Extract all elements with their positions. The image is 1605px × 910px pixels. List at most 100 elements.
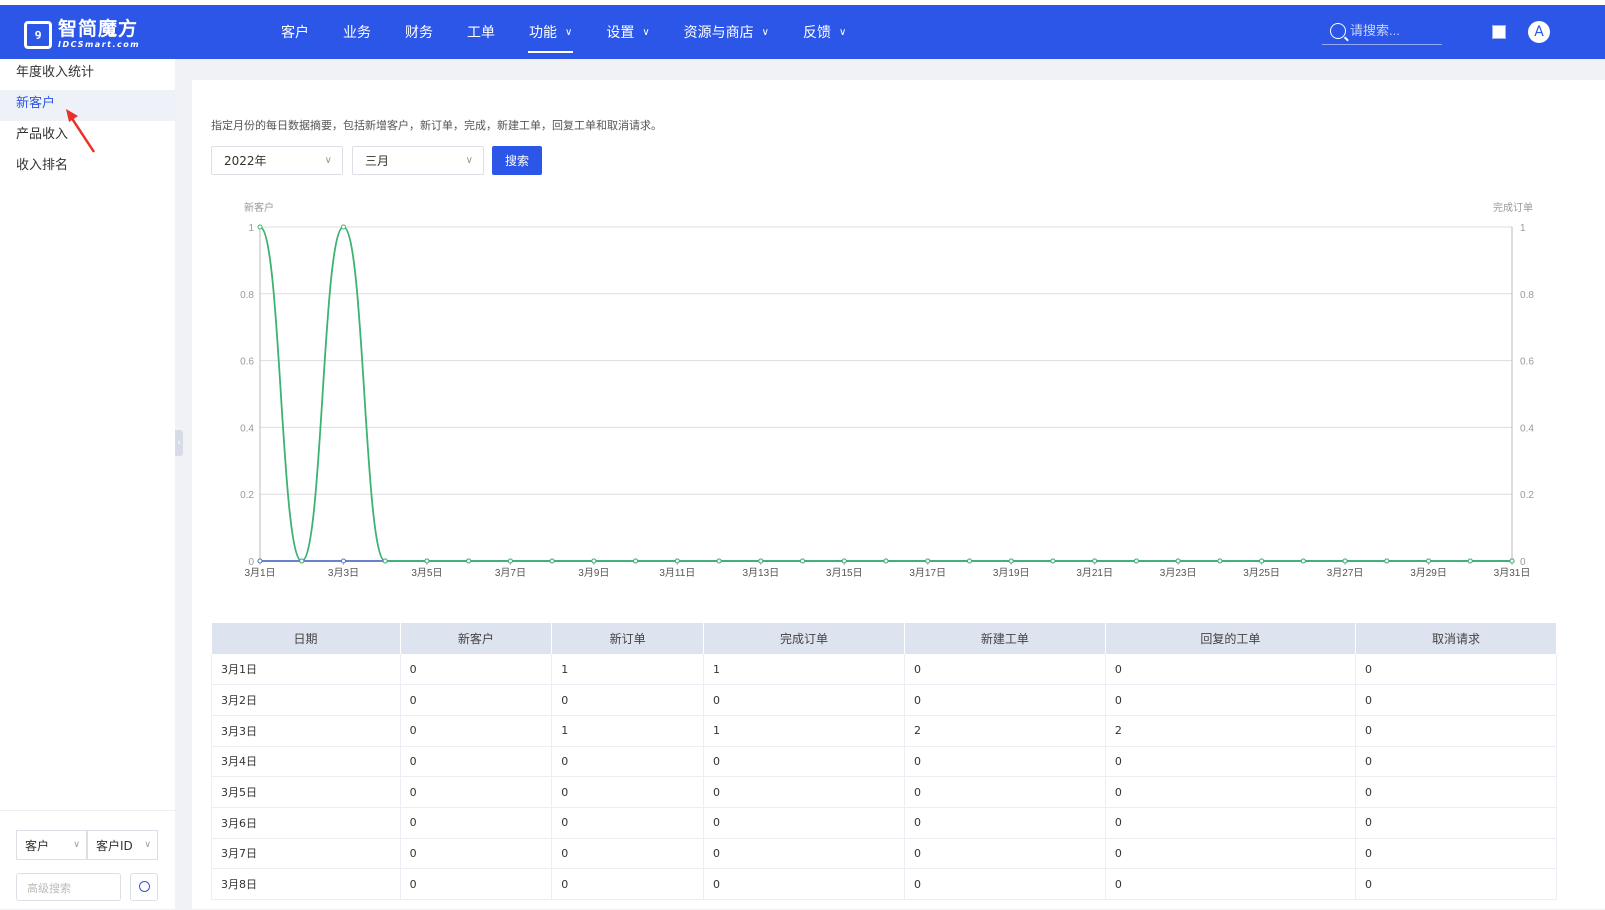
data-point [424, 558, 430, 564]
sidebar: 年度收入统计 新客户 产品收入 收入排名 [0, 59, 175, 909]
table-cell: 0 [400, 654, 553, 686]
table-cell: 0 [1355, 654, 1557, 686]
nav-item-5[interactable]: 设置 ∨ [593, 5, 662, 59]
advanced-search-button[interactable] [130, 873, 158, 901]
data-point [674, 558, 680, 564]
search-button[interactable]: 搜索 [492, 146, 542, 175]
logo[interactable]: ꝰ 智简魔方 IDCSmart.com [24, 20, 140, 49]
table-cell: 3月3日 [211, 715, 401, 747]
data-point [507, 558, 513, 564]
search-type-value: 客户 [25, 838, 50, 853]
search-input[interactable] [1350, 23, 1440, 38]
table-cell: 0 [1355, 746, 1557, 778]
nav-item-label: 客户 [281, 25, 309, 41]
month-select-value: 三月 [365, 154, 390, 168]
y-tick-label-left: 0.4 [240, 423, 254, 434]
data-point [257, 224, 263, 230]
table-cell: 0 [1355, 868, 1557, 900]
table-header: 新建工单 [904, 623, 1106, 654]
nav-item-7[interactable]: 反馈 ∨ [790, 5, 859, 59]
table-cell: 0 [904, 838, 1106, 870]
y-tick-label-right: 0 [1520, 557, 1526, 568]
x-tick-label: 3月3日 [328, 567, 359, 579]
nav-item-0[interactable]: 客户 [268, 5, 322, 59]
x-tick-label: 3月9日 [578, 567, 609, 579]
data-point [800, 558, 806, 564]
avatar[interactable]: A [1528, 21, 1550, 43]
nav-item-4[interactable]: 功能 ∨ [516, 5, 585, 59]
broken-image-icon[interactable] [1492, 25, 1506, 39]
data-point [1342, 558, 1348, 564]
table-cell: 0 [551, 684, 705, 716]
data-point [299, 558, 305, 564]
x-tick-label: 3月31日 [1494, 567, 1531, 579]
logo-text: 智简魔方 [58, 18, 139, 40]
chevron-down-icon: ∨ [761, 26, 769, 38]
data-point [1217, 558, 1223, 564]
top-navbar: ꝰ 智简魔方 IDCSmart.com 客户 业务 财务 工单 功能 ∨ 设置 ∨ 资源与商店 ∨… [0, 5, 1605, 59]
data-point [257, 558, 263, 564]
data-point [966, 558, 972, 564]
table-cell: 0 [551, 746, 705, 778]
y-tick-label-right: 0.6 [1520, 357, 1534, 368]
sidebar-item-0[interactable]: 年度收入统计 [0, 59, 175, 90]
search-type-select[interactable]: 客户 ∨ [16, 830, 87, 860]
table-cell: 0 [1105, 654, 1357, 686]
x-tick-label: 3月1日 [244, 567, 275, 579]
y-axis-title-left: 新客户 [244, 201, 274, 214]
table-cell: 0 [1355, 807, 1557, 839]
month-select[interactable]: 三月 ∨ [352, 146, 484, 175]
table-cell: 2 [1105, 715, 1357, 747]
nav-item-label: 财务 [405, 25, 433, 41]
sidebar-collapse-handle[interactable]: ‹ [175, 430, 183, 456]
chevron-down-icon: ∨ [465, 155, 473, 166]
table-cell: 0 [904, 807, 1106, 839]
nav-item-6[interactable]: 资源与商店 ∨ [671, 5, 782, 59]
table-cell: 0 [551, 838, 705, 870]
x-tick-label: 3月19日 [993, 567, 1030, 579]
annotation-arrow-icon [66, 109, 96, 153]
table-cell: 0 [703, 746, 905, 778]
table-cell: 0 [400, 684, 553, 716]
table-cell: 0 [904, 654, 1106, 686]
data-point [340, 224, 346, 230]
x-tick-label: 3月7日 [495, 567, 526, 579]
data-point [716, 558, 722, 564]
table-cell: 0 [703, 776, 905, 808]
table-cell: 3月5日 [211, 776, 401, 808]
data-point [925, 558, 931, 564]
table-row: 3月1日 0 1 1 0 0 0 [211, 654, 1557, 686]
page-description: 指定月份的每日数据摘要，包括新增客户，新订单，完成，新建工单，回复工单和取消请求… [211, 119, 662, 132]
chevron-down-icon: ∨ [642, 26, 650, 38]
table-cell: 3月4日 [211, 746, 401, 778]
year-select[interactable]: 2022年 ∨ [211, 146, 343, 175]
x-tick-label: 3月29日 [1410, 567, 1447, 579]
chevron-down-icon: ∨ [73, 840, 80, 850]
nav-item-3[interactable]: 工单 [454, 5, 508, 59]
table-cell: 0 [1355, 838, 1557, 870]
y-tick-label-left: 0.6 [240, 357, 254, 368]
table-cell: 0 [400, 838, 553, 870]
data-point [1426, 558, 1432, 564]
nav-item-1[interactable]: 业务 [330, 5, 384, 59]
table-row: 3月5日 0 0 0 0 0 0 [211, 776, 1557, 808]
y-tick-label-right: 1 [1520, 223, 1526, 234]
table-header: 取消请求 [1355, 623, 1557, 654]
daily-chart: 0 0 0.2 0.2 0.4 0.4 0.6 0.6 0.8 0.8 1 1 新客户 完成订单 3月1日 3… [240, 201, 1534, 579]
table-cell: 0 [1105, 684, 1357, 716]
data-point [1050, 558, 1056, 564]
table-cell: 0 [400, 868, 553, 900]
advanced-search-input[interactable]: 高级搜索 [16, 873, 121, 901]
x-tick-label: 3月11日 [659, 567, 695, 579]
chevron-down-icon: ∨ [324, 155, 332, 166]
nav-item-2[interactable]: 财务 [392, 5, 446, 59]
table-cell: 0 [400, 776, 553, 808]
search-icon[interactable] [1330, 22, 1346, 39]
search-field-select[interactable]: 客户ID ∨ [87, 830, 158, 860]
data-point [340, 558, 346, 564]
table-header: 新客户 [400, 623, 553, 654]
table-cell: 0 [1355, 776, 1557, 808]
x-tick-label: 3月23日 [1160, 567, 1197, 579]
data-point [1008, 558, 1014, 564]
table-cell: 3月2日 [211, 684, 401, 716]
